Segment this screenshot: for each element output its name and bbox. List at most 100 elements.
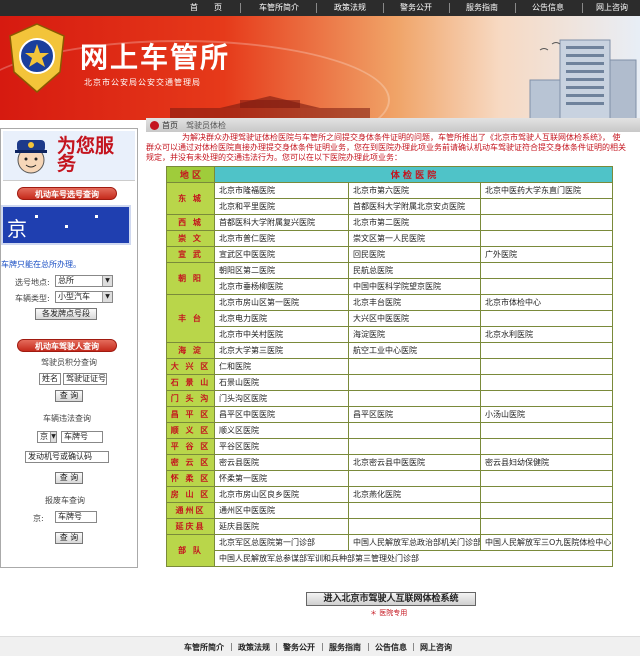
table-row: 平 谷 区平谷区医院 [166,438,613,455]
footer-about[interactable]: 车管所简介 [184,642,224,653]
hospital-cell [480,422,613,439]
hospital-cell: 北京市体检中心 [480,294,613,311]
hospital-cell [348,438,481,455]
district-cell: 朝 阳 [166,262,215,295]
district-cell: 通州区 [166,502,215,519]
hospital-cell [480,438,613,455]
nav-police-affairs[interactable]: 警务公开 [396,0,436,16]
table-row: 门 头 沟门头沟区医院 [166,390,613,407]
hospital-cell: 中国人民解放军三O九医院体检中心 [480,534,613,551]
hospital-cell: 北京密云县中医医院 [348,454,481,471]
entry-note: ＊ 医院专用 [370,609,408,617]
table-row: 部 队北京军区总医院第一门诊部 中国人民解放军总政治部机关门诊部 中国人民解放军三O… [166,534,613,567]
engine-number-field[interactable]: 发动机号或确认码 [25,451,109,463]
hospital-cell: 中国中医科学院望京医院 [348,278,481,295]
plate-dot [65,225,68,228]
footer-service-guide[interactable]: 服务指南 [329,642,361,653]
hospital-cell [480,198,613,215]
scrap-query-button[interactable]: 查 询 [55,532,83,544]
nav-service-guide[interactable]: 服务指南 [462,0,502,16]
top-nav: 首 页 车管所简介 政策法规 警务公开 服务指南 公告信息 网上咨询 [0,0,640,16]
hospital-cell: 北京大学第三医院 [214,342,349,359]
hospital-cell: 崇文区第一人民医院 [348,230,481,247]
hospital-cell: 北京市第二医院 [348,214,481,231]
footer-consult[interactable]: 网上咨询 [420,642,452,653]
hospital-table: 地 区 体 检 医 院 东 城北京市隆福医院 北京市第六医院 北京中医药大学东直门医… [166,166,613,567]
nav-policy[interactable]: 政策法规 [330,0,370,16]
district-cell: 宣 武 [166,246,215,263]
hospital-cell: 北京中医药大学东直门医院 [480,182,613,199]
nav-divider [383,3,384,13]
license-plate-display: 京 [1,205,131,245]
hospital-cell: 回民医院 [348,246,481,263]
hospital-cell: 北京市第六医院 [348,182,481,199]
district-cell: 昌 平 区 [166,406,215,423]
scrap-plate-field[interactable]: 车牌号 [55,511,97,523]
header-banner: 网上车管所 北京市公安局公安交通管理局 [0,16,640,120]
table-row: 丰 台北京市房山区第一医院 北京丰台医院 北京市体检中心 [166,294,613,343]
hospital-cell: 密云县医院 [214,454,349,471]
points-query-button[interactable]: 查 询 [55,390,83,402]
table-row: 通州区 通州区中医医院 [166,502,613,519]
nav-about[interactable]: 车管所简介 [255,0,303,16]
name-field[interactable]: 姓名 [39,373,61,385]
footer-police-affairs[interactable]: 警务公开 [283,642,315,653]
vehicle-type-select[interactable]: 小型汽车 ▼ [55,291,113,303]
driver-query-header[interactable]: 机动车驾驶人查询 [17,339,117,352]
nav-divider [240,3,241,13]
plate-note: 车牌只能在总所办理。 [1,260,81,269]
sidebar: 为您服务 机动车号选号查询 京 车牌只能在总所办理。 选号地点: 总所 ▼ 车辆… [0,128,138,568]
hospital-cell: 朝阳区第二医院 [214,262,349,279]
table-row: 东 城北京市隆福医院 北京市第六医院 北京中医药大学东直门医院 [166,182,613,215]
hospital-cell [480,358,613,375]
service-promo[interactable]: 为您服务 [3,131,135,181]
hospital-cell [480,502,613,519]
hospital-cell [348,374,481,391]
footer-policy[interactable]: 政策法规 [238,642,270,653]
table-row: 西 城首都医科大学附属复兴医院 北京市第二医院 [166,214,613,231]
footer-announcements[interactable]: 公告信息 [375,642,407,653]
hospital-cell: 中国人民解放军总政治部机关门诊部 [348,534,481,551]
hospital-cell: 北京市隆福医院 [214,182,349,199]
nav-home[interactable]: 首 页 [186,0,226,16]
district-cell: 延庆县 [166,518,215,535]
plate-query-header[interactable]: 机动车号选号查询 [17,187,117,200]
header-hospital: 体 检 医 院 [214,166,613,183]
hospital-cell: 北京军区总医院第一门诊部 [214,534,349,551]
hospital-cell: 民航总医院 [348,262,481,279]
enter-system-button[interactable]: 进入北京市驾驶人互联网体检系统 [306,592,476,606]
violation-prefix-value: 京 [40,432,48,441]
violation-query-button[interactable]: 查 询 [55,472,83,484]
violation-plate-field[interactable]: 车牌号 [61,431,103,443]
hospital-cell [480,374,613,391]
nav-consult[interactable]: 网上咨询 [592,0,632,16]
breadcrumb-home[interactable]: 首页 [162,120,178,131]
violation-prefix-select[interactable]: 京 ▼ [37,431,57,443]
hospital-cell [348,470,481,487]
footer-divider [368,643,369,651]
hospital-cell: 北京市房山区第一医院 [214,294,349,311]
hospital-cell: 首都医科大学附属北京安贞医院 [348,198,481,215]
table-row: 密 云 区密云县医院 北京密云县中医医院 密云县妇幼保健院 [166,454,613,471]
chevron-down-icon: ▼ [102,276,112,286]
hospital-cell [348,422,481,439]
hospital-cell [480,470,613,487]
hospital-cell: 大兴区中医医院 [348,310,481,327]
table-row: 大 兴 区仁和医院 [166,358,613,375]
location-select[interactable]: 总所 ▼ [55,275,113,287]
district-cell: 海 淀 [166,342,215,359]
nav-announcements[interactable]: 公告信息 [528,0,568,16]
hospital-cell: 怀柔第一医院 [214,470,349,487]
table-row: 房 山 区北京市房山区良乡医院 北京燕化医院 [166,486,613,503]
hospital-cell [480,518,613,535]
nav-divider [316,3,317,13]
vehicle-type-value: 小型汽车 [58,292,90,301]
hospital-cell: 北京燕化医院 [348,486,481,503]
hospital-cell: 顺义区医院 [214,422,349,439]
table-row: 顺 义 区顺义区医院 [166,422,613,439]
district-cell: 东 城 [166,182,215,215]
nav-divider [582,3,583,13]
hospital-cell: 北京市中关村医院 [214,326,349,343]
alt-plate-button[interactable]: 各发牌点号段 [35,308,97,320]
license-number-field[interactable]: 驾驶证证号 [63,373,107,385]
